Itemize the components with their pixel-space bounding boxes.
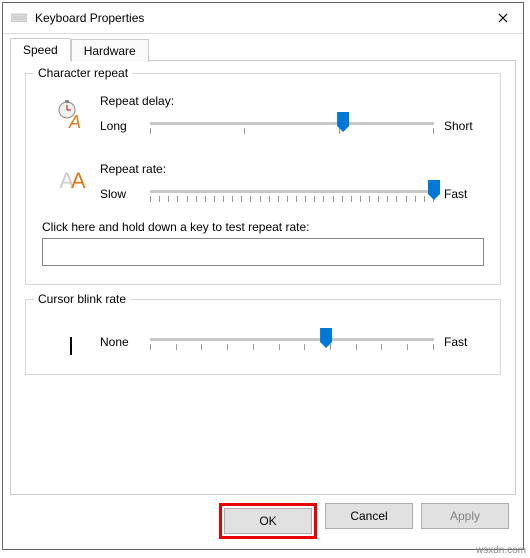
blink-min: None [100, 335, 140, 349]
repeat-delay-max: Short [444, 119, 484, 133]
group-title-blink: Cursor blink rate [34, 292, 130, 306]
repeat-rate-label: Repeat rate: [100, 162, 484, 176]
repeat-delay-min: Long [100, 119, 140, 133]
repeat-rate-min: Slow [100, 187, 140, 201]
repeat-delay-slider[interactable] [150, 114, 434, 138]
tab-hardware[interactable]: Hardware [71, 39, 149, 62]
ok-highlight: OK [219, 503, 317, 539]
blink-max: Fast [444, 335, 484, 349]
group-title-repeat: Character repeat [34, 66, 132, 80]
keyboard-properties-window: Keyboard Properties Speed Hardware Chara… [2, 2, 524, 550]
row-repeat-delay: A Repeat delay: Long Short [42, 94, 484, 138]
ok-button[interactable]: OK [224, 508, 312, 534]
apply-button[interactable]: Apply [421, 503, 509, 529]
tab-speed[interactable]: Speed [10, 38, 71, 61]
svg-text:A: A [68, 112, 81, 130]
watermark: wsxdn.com [476, 545, 526, 556]
repeat-rate-icon: AA [42, 162, 100, 194]
blink-cursor-preview [42, 330, 100, 356]
tab-panel-speed: Character repeat A Repeat delay: [10, 60, 516, 495]
dialog-button-row: OK Cancel Apply [219, 503, 509, 539]
repeat-delay-label: Repeat delay: [100, 94, 484, 108]
group-character-repeat: Character repeat A Repeat delay: [25, 73, 501, 285]
test-label: Click here and hold down a key to test r… [42, 220, 484, 234]
keyboard-icon [11, 12, 27, 24]
group-cursor-blink: Cursor blink rate None [25, 299, 501, 375]
row-repeat-rate: AA Repeat rate: Slow [42, 162, 484, 206]
repeat-delay-icon: A [42, 94, 100, 130]
cancel-button[interactable]: Cancel [325, 503, 413, 529]
dialog-content: Speed Hardware Character repeat A [3, 34, 523, 495]
tab-strip: Speed Hardware [10, 37, 516, 60]
close-icon [498, 13, 508, 23]
test-repeat-input[interactable] [42, 238, 484, 266]
window-title: Keyboard Properties [35, 11, 483, 25]
repeat-rate-max: Fast [444, 187, 484, 201]
close-button[interactable] [483, 3, 523, 33]
blink-rate-slider[interactable] [150, 330, 434, 354]
titlebar: Keyboard Properties [3, 3, 523, 34]
repeat-rate-slider[interactable] [150, 182, 434, 206]
